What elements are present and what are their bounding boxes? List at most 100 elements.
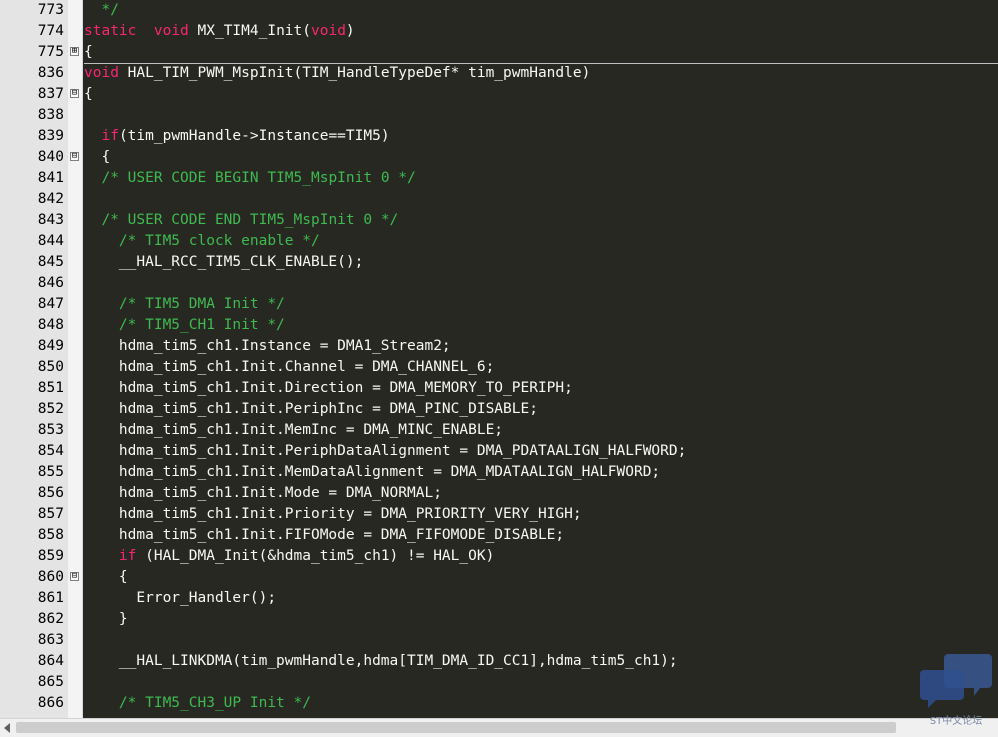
code-token: hdma_tim5_ch1.Init.FIFOMode = DMA_FIFOMO… xyxy=(84,527,565,543)
code-comment: */ xyxy=(84,2,119,18)
line-number: 848 xyxy=(37,317,64,333)
code-token: (HAL_DMA_Init(&hdma_tim5_ch1) != HAL_OK) xyxy=(136,548,495,564)
code-line[interactable]: 863 xyxy=(0,630,998,651)
line-number: 847 xyxy=(37,296,64,312)
code-text: if(tim_pwmHandle->Instance==TIM5) xyxy=(84,126,389,147)
code-line[interactable]: 864 __HAL_LINKDMA(tim_pwmHandle,hdma[TIM… xyxy=(0,651,998,672)
code-line[interactable]: 859 if (HAL_DMA_Init(&hdma_tim5_ch1) != … xyxy=(0,546,998,567)
code-text: } xyxy=(84,609,128,630)
code-token: { xyxy=(84,569,128,585)
code-text: /* USER CODE BEGIN TIM5_MspInit 0 */ xyxy=(84,168,416,189)
code-line[interactable]: 854 hdma_tim5_ch1.Init.PeriphDataAlignme… xyxy=(0,441,998,462)
line-number: 849 xyxy=(37,338,64,354)
code-line[interactable]: 855 hdma_tim5_ch1.Init.MemDataAlignment … xyxy=(0,462,998,483)
code-line[interactable]: 848 /* TIM5_CH1 Init */ xyxy=(0,315,998,336)
code-line[interactable]: 856 hdma_tim5_ch1.Init.Mode = DMA_NORMAL… xyxy=(0,483,998,504)
code-token: hdma_tim5_ch1.Init.Mode = DMA_NORMAL; xyxy=(84,485,442,501)
scrollbar-thumb[interactable] xyxy=(16,722,896,733)
line-number: 863 xyxy=(37,632,64,648)
code-line[interactable]: 845 __HAL_RCC_TIM5_CLK_ENABLE(); xyxy=(0,252,998,273)
code-line[interactable]: 862 } xyxy=(0,609,998,630)
code-line[interactable]: 861 Error_Handler(); xyxy=(0,588,998,609)
code-line[interactable]: 849 hdma_tim5_ch1.Instance = DMA1_Stream… xyxy=(0,336,998,357)
line-number: 853 xyxy=(37,422,64,438)
code-line[interactable]: 844 /* TIM5 clock enable */ xyxy=(0,231,998,252)
code-line[interactable]: 858 hdma_tim5_ch1.Init.FIFOMode = DMA_FI… xyxy=(0,525,998,546)
code-line[interactable]: 865 xyxy=(0,672,998,693)
scroll-left-icon[interactable] xyxy=(4,723,10,733)
code-comment: /* TIM5_CH3_UP Init */ xyxy=(118,695,311,711)
code-line[interactable]: 841 /* USER CODE BEGIN TIM5_MspInit 0 */ xyxy=(0,168,998,189)
code-token: Error_Handler(); xyxy=(84,590,277,606)
line-number: 865 xyxy=(37,674,64,690)
code-token: hdma_tim5_ch1.Init.Channel = DMA_CHANNEL… xyxy=(84,359,495,375)
code-text: hdma_tim5_ch1.Init.Direction = DMA_MEMOR… xyxy=(84,378,573,399)
code-line[interactable]: 838 xyxy=(0,105,998,126)
code-token: hdma_tim5_ch1.Init.PeriphDataAlignment =… xyxy=(84,443,687,459)
code-editor[interactable]: 773 */774 static void MX_TIM4_Init(void) 7… xyxy=(0,0,998,718)
code-line[interactable]: 836 void HAL_TIM_PWM_MspInit(TIM_HandleTy… xyxy=(0,63,998,84)
code-comment: /* USER CODE BEGIN TIM5_MspInit 0 */ xyxy=(101,170,416,186)
line-number: 845 xyxy=(37,254,64,270)
code-line[interactable]: 840 ⊟ { xyxy=(0,147,998,168)
line-number: 858 xyxy=(37,527,64,543)
code-line[interactable]: 847 /* TIM5 DMA Init */ xyxy=(0,294,998,315)
fold-collapse-icon[interactable]: ⊟ xyxy=(70,152,79,161)
line-number: 840 xyxy=(37,149,64,165)
code-line[interactable]: 852 hdma_tim5_ch1.Init.PeriphInc = DMA_P… xyxy=(0,399,998,420)
code-line[interactable]: 846 xyxy=(0,273,998,294)
fold-collapse-icon[interactable]: ⊟ xyxy=(70,89,79,98)
code-token: __HAL_RCC_TIM5_CLK_ENABLE(); xyxy=(84,254,364,270)
fold-expand-icon[interactable]: ⊞ xyxy=(70,47,79,56)
code-text: hdma_tim5_ch1.Init.Mode = DMA_NORMAL; xyxy=(84,483,442,504)
code-text: { xyxy=(84,147,110,168)
code-token: hdma_tim5_ch1.Init.Priority = DMA_PRIORI… xyxy=(84,506,582,522)
code-token: ) xyxy=(345,23,355,39)
code-text: { xyxy=(84,567,128,588)
code-line[interactable]: 857 hdma_tim5_ch1.Init.Priority = DMA_PR… xyxy=(0,504,998,525)
code-line[interactable]: 837 ⊟ { xyxy=(0,84,998,105)
line-number: 836 xyxy=(37,65,64,81)
code-line[interactable]: 853 hdma_tim5_ch1.Init.MemInc = DMA_MINC… xyxy=(0,420,998,441)
code-comment: /* USER CODE END TIM5_MspInit 0 */ xyxy=(101,212,399,228)
horizontal-scrollbar[interactable] xyxy=(0,718,998,737)
code-line[interactable]: 851 hdma_tim5_ch1.Init.Direction = DMA_M… xyxy=(0,378,998,399)
code-line[interactable]: 850 hdma_tim5_ch1.Init.Channel = DMA_CHA… xyxy=(0,357,998,378)
line-number: 859 xyxy=(37,548,64,564)
code-token: __HAL_LINKDMA(tim_pwmHandle,hdma[TIM_DMA… xyxy=(84,653,678,669)
code-token: } xyxy=(84,611,128,627)
code-line[interactable]: 860 ⊟ { xyxy=(0,567,998,588)
line-number: 864 xyxy=(37,653,64,669)
code-text: hdma_tim5_ch1.Init.MemDataAlignment = DM… xyxy=(84,462,660,483)
fold-collapse-icon[interactable]: ⊟ xyxy=(70,572,79,581)
code-text: __HAL_RCC_TIM5_CLK_ENABLE(); xyxy=(84,252,363,273)
code-line[interactable]: 773 */ xyxy=(0,0,998,21)
code-line[interactable]: 775 ⊞ { xyxy=(0,42,998,63)
code-text: { xyxy=(84,84,93,105)
line-number: 838 xyxy=(37,107,64,123)
code-token: { xyxy=(84,86,93,102)
code-text: if (HAL_DMA_Init(&hdma_tim5_ch1) != HAL_… xyxy=(84,546,494,567)
code-text: __HAL_LINKDMA(tim_pwmHandle,hdma[TIM_DMA… xyxy=(84,651,678,672)
code-text: hdma_tim5_ch1.Init.PeriphInc = DMA_PINC_… xyxy=(84,399,538,420)
code-text: void HAL_TIM_PWM_MspInit(TIM_HandleTypeD… xyxy=(84,63,590,84)
code-line[interactable]: 866 /* TIM5_CH3_UP Init */ xyxy=(0,693,998,714)
line-number: 854 xyxy=(37,443,64,459)
line-number: 774 xyxy=(37,23,64,39)
code-text: hdma_tim5_ch1.Init.Priority = DMA_PRIORI… xyxy=(84,504,582,525)
line-number: 866 xyxy=(37,695,64,711)
code-comment: /* TIM5_CH1 Init */ xyxy=(118,317,285,333)
line-number: 846 xyxy=(37,275,64,291)
code-line[interactable]: 843 /* USER CODE END TIM5_MspInit 0 */ xyxy=(0,210,998,231)
code-line[interactable]: 842 xyxy=(0,189,998,210)
line-number: 844 xyxy=(37,233,64,249)
code-line[interactable]: 839 if(tim_pwmHandle->Instance==TIM5) xyxy=(0,126,998,147)
code-line[interactable]: 774 static void MX_TIM4_Init(void) xyxy=(0,21,998,42)
code-text: /* TIM5_CH3_UP Init */ xyxy=(84,693,311,714)
code-keyword: void xyxy=(84,65,119,81)
line-number: 857 xyxy=(37,506,64,522)
code-keyword: void xyxy=(153,23,189,39)
